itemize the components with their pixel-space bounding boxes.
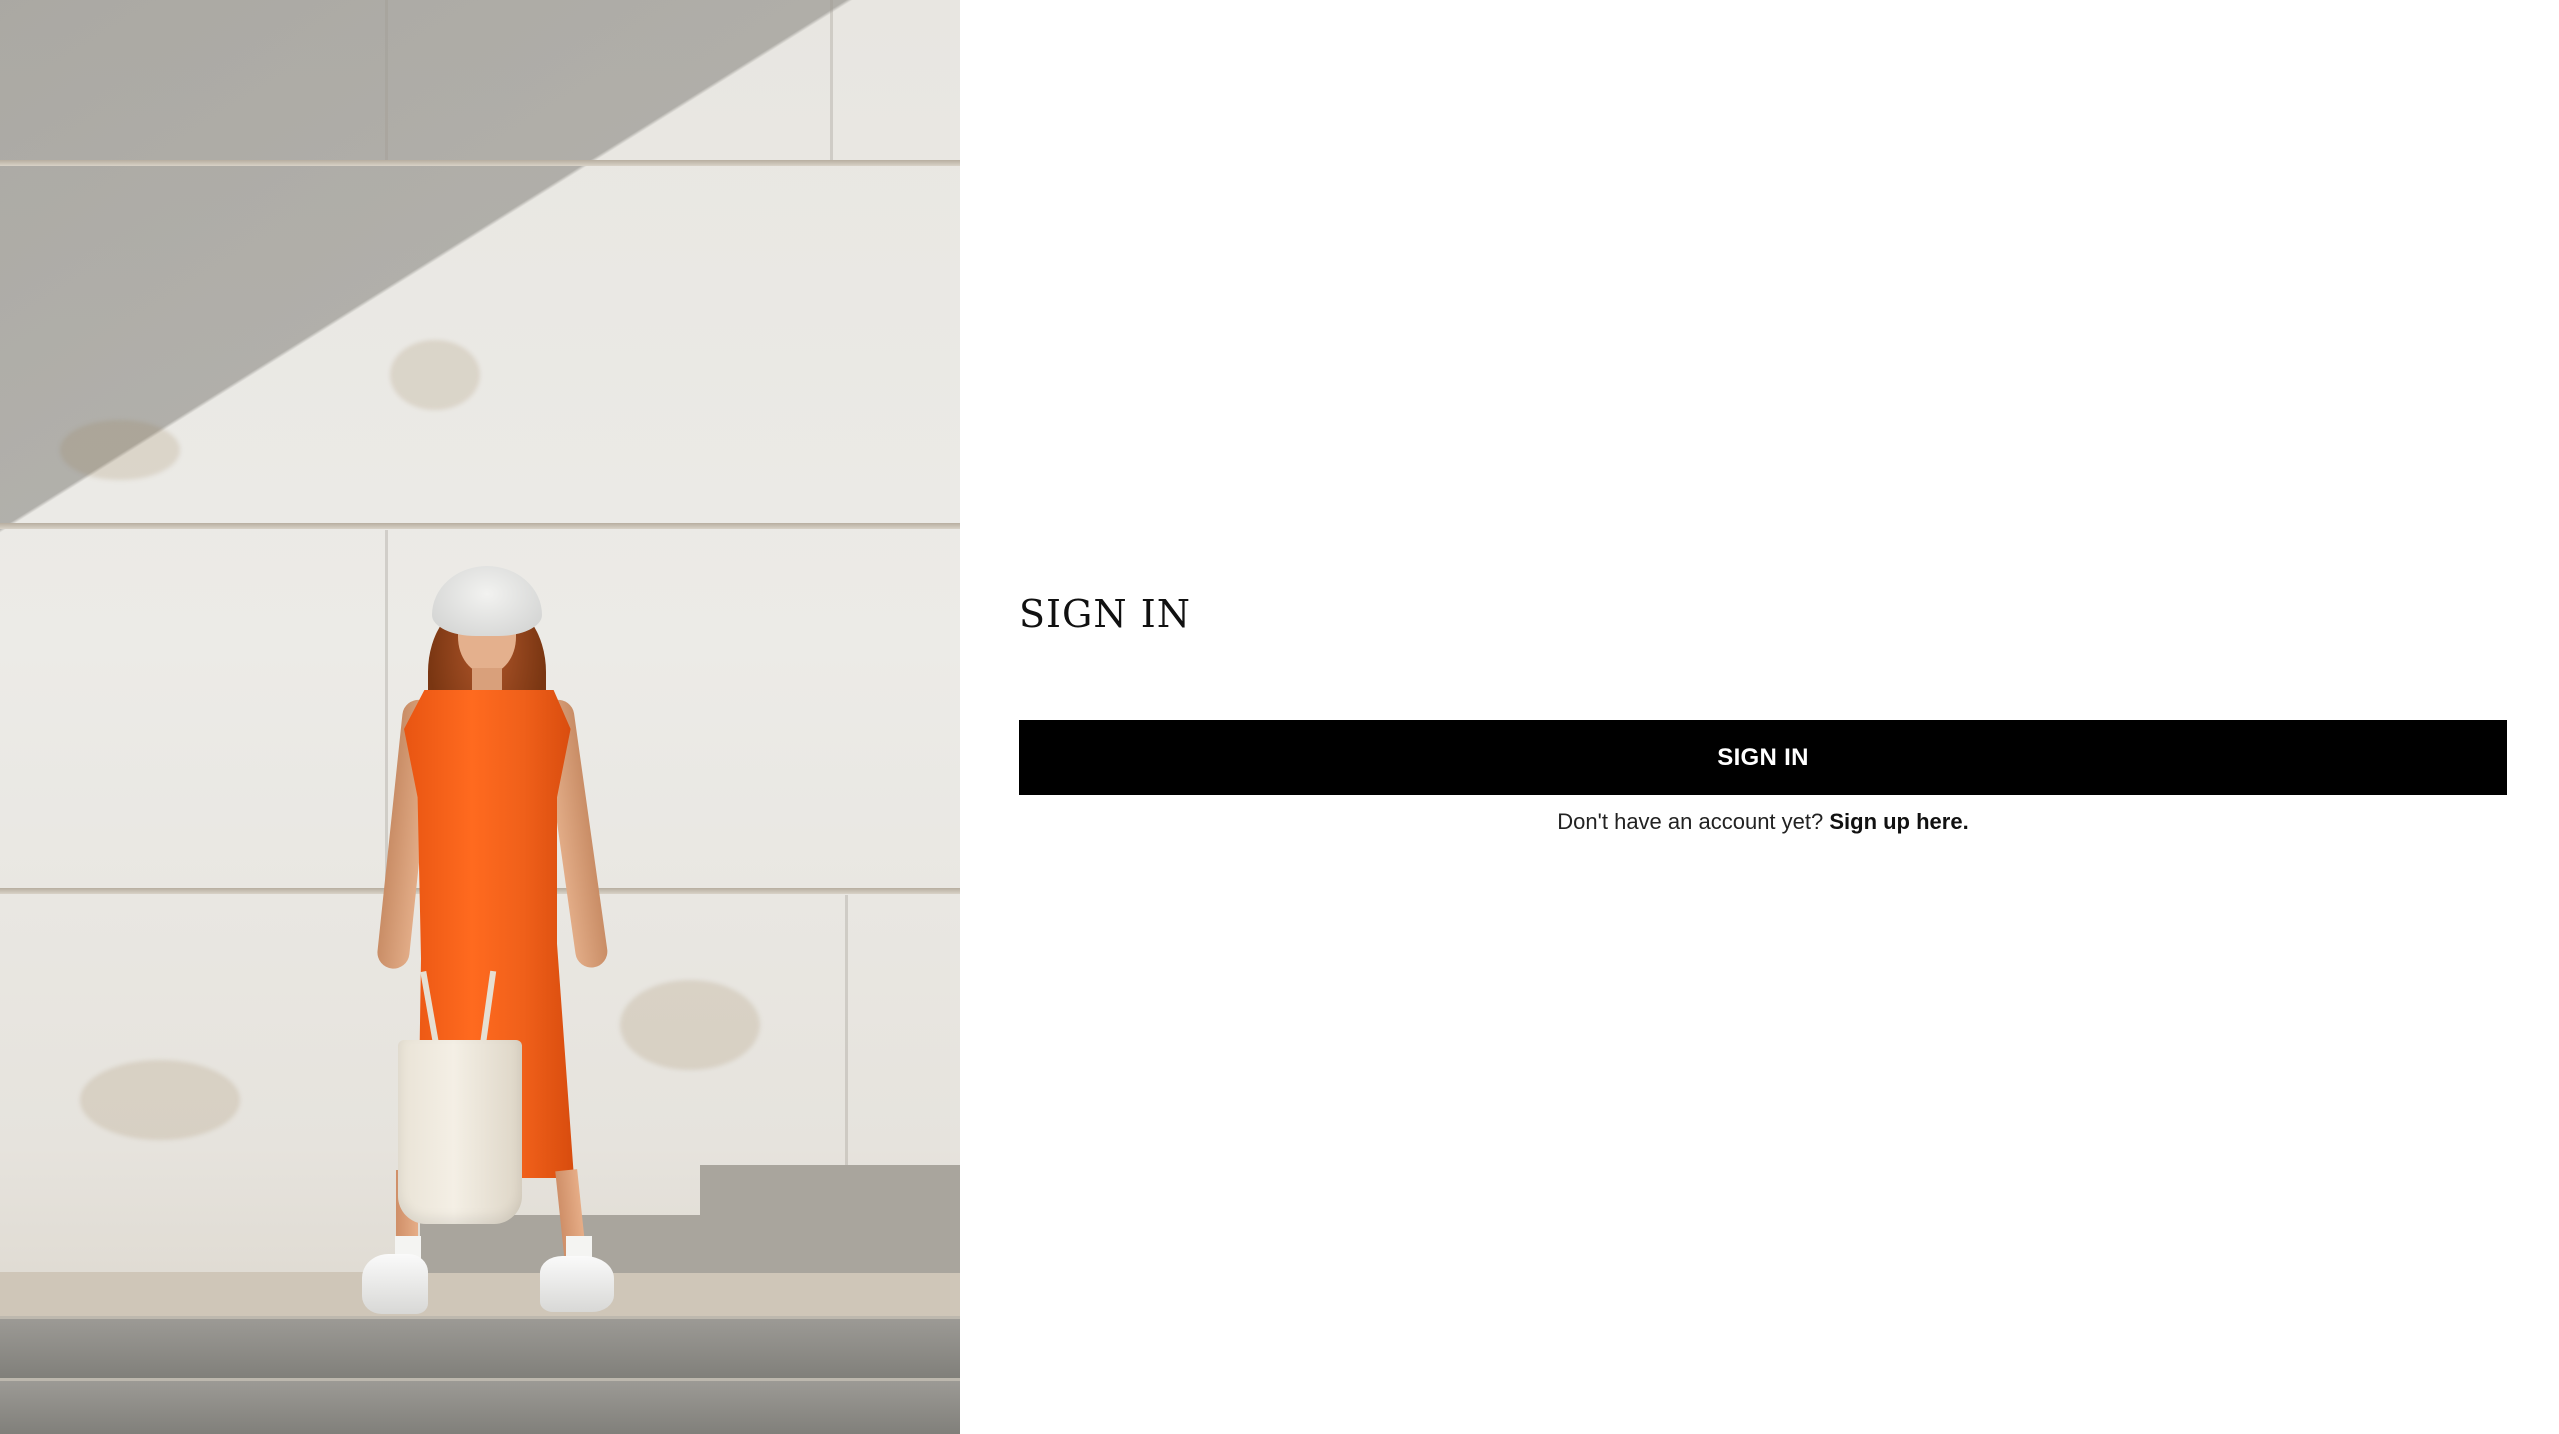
signup-link[interactable]: Sign up here. bbox=[1829, 809, 1968, 834]
signup-prompt-row: Don't have an account yet? Sign up here. bbox=[1019, 806, 2507, 838]
sign-in-page: SIGN IN SIGN IN Don't have an account ye… bbox=[0, 0, 2559, 1434]
signup-prompt-text: Don't have an account yet? bbox=[1557, 809, 1830, 834]
sign-in-button[interactable]: SIGN IN bbox=[1019, 720, 2507, 795]
tote-bag bbox=[398, 1040, 522, 1224]
sign-in-panel: SIGN IN SIGN IN Don't have an account ye… bbox=[960, 0, 2559, 1434]
sneaker bbox=[540, 1256, 614, 1312]
page-title: SIGN IN bbox=[1019, 592, 1191, 636]
sneaker bbox=[362, 1254, 428, 1314]
bucket-hat bbox=[432, 566, 542, 636]
hero-image bbox=[0, 0, 960, 1434]
model-figure bbox=[0, 0, 960, 1434]
